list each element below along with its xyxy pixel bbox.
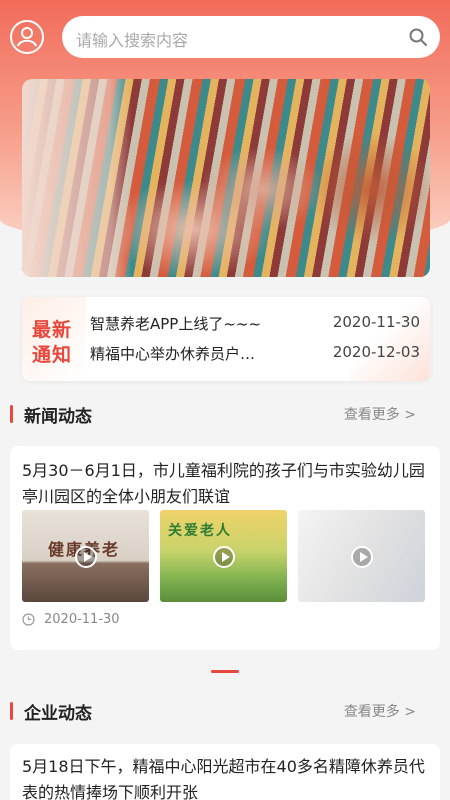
section-marker bbox=[10, 702, 13, 720]
news-section-header: 新闻动态 查看更多 > bbox=[0, 400, 450, 430]
notice-item[interactable]: 智慧养老APP上线了~~~ 2020-11-30 bbox=[90, 313, 420, 335]
notice-badge-line2: 通知 bbox=[32, 344, 73, 366]
notice-decoration bbox=[350, 297, 430, 381]
banner-highlight bbox=[22, 79, 132, 277]
notice-panel: 最新 通知 智慧养老APP上线了~~~ 2020-11-30 精福中心举办休养员… bbox=[22, 297, 430, 381]
search-box[interactable]: 请输入搜索内容 bbox=[62, 16, 440, 58]
search-icon[interactable] bbox=[408, 27, 428, 47]
enterprise-more-link[interactable]: 查看更多 > bbox=[344, 701, 416, 721]
clock-icon bbox=[22, 613, 35, 626]
search-input[interactable]: 请输入搜索内容 bbox=[76, 27, 188, 51]
banner-image[interactable] bbox=[22, 79, 430, 277]
news-card[interactable]: 5月30－6月1日，市儿童福利院的孩子们与市实验幼儿园亭川园区的全体小朋友们联谊… bbox=[10, 446, 440, 650]
notice-item-title: 智慧养老APP上线了~~~ bbox=[90, 315, 262, 333]
thumbnail-caption: 关爱老人 bbox=[168, 523, 232, 539]
notice-item-title: 精福中心举办休养员户… bbox=[90, 345, 256, 363]
top-bar: 请输入搜索内容 bbox=[0, 14, 450, 60]
news-card-title: 5月30－6月1日，市儿童福利院的孩子们与市实验幼儿园亭川园区的全体小朋友们联谊 bbox=[22, 461, 425, 506]
play-icon[interactable] bbox=[75, 546, 97, 568]
play-icon[interactable] bbox=[351, 546, 373, 568]
news-section-title: 新闻动态 bbox=[24, 407, 92, 427]
enterprise-card-title: 5月18日下午，精福中心阳光超市在40多名精障休养员代表的热情捧场下顺利开张 bbox=[22, 757, 425, 800]
enterprise-section-title: 企业动态 bbox=[24, 704, 92, 724]
notice-item-date: 2020-11-30 bbox=[332, 313, 420, 331]
enterprise-card[interactable]: 5月18日下午，精福中心阳光超市在40多名精障休养员代表的热情捧场下顺利开张 bbox=[10, 744, 440, 800]
video-thumbnail[interactable]: 健康养老 bbox=[22, 510, 149, 602]
notice-badge-line1: 最新 bbox=[32, 319, 73, 341]
enterprise-section-header: 企业动态 查看更多 > bbox=[0, 697, 450, 727]
news-card-date: 2020-11-30 bbox=[44, 612, 120, 627]
play-icon[interactable] bbox=[213, 546, 235, 568]
section-marker bbox=[10, 405, 13, 423]
page-indicator bbox=[211, 670, 239, 673]
notice-badge: 最新 通知 bbox=[22, 297, 86, 381]
video-thumbnail[interactable]: 关爱老人 bbox=[160, 510, 287, 602]
video-thumbnail[interactable] bbox=[298, 510, 425, 602]
avatar[interactable] bbox=[10, 20, 44, 54]
user-icon bbox=[17, 27, 37, 47]
news-more-link[interactable]: 查看更多 > bbox=[344, 404, 416, 424]
notice-item[interactable]: 精福中心举办休养员户… 2020-12-03 bbox=[90, 343, 420, 365]
notice-item-date: 2020-12-03 bbox=[332, 343, 420, 361]
